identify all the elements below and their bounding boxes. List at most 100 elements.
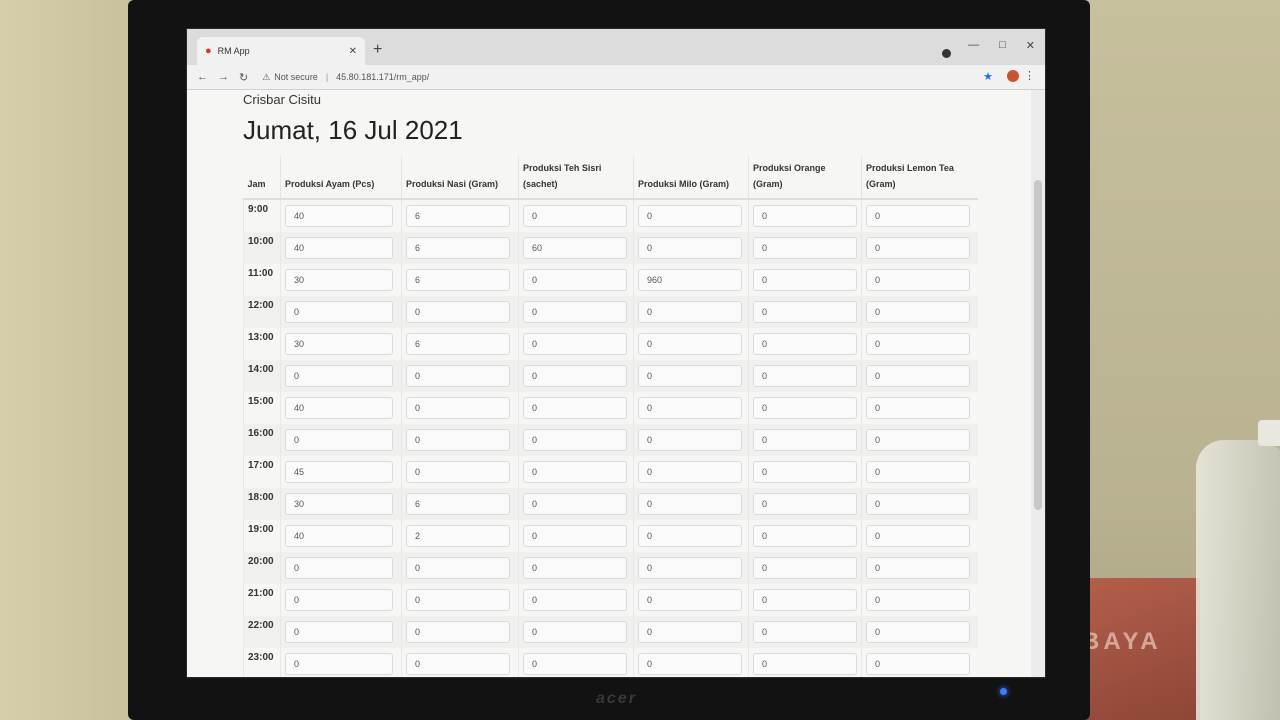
milo-input[interactable] — [638, 557, 742, 579]
orange-input[interactable] — [753, 397, 857, 419]
orange-input[interactable] — [753, 589, 857, 611]
nasi-input[interactable] — [406, 333, 510, 355]
milo-input[interactable] — [638, 397, 742, 419]
ayam-input[interactable] — [285, 525, 393, 547]
star-icon[interactable]: ★ — [983, 70, 993, 83]
orange-input[interactable] — [753, 365, 857, 387]
ayam-input[interactable] — [285, 205, 393, 227]
orange-input[interactable] — [753, 237, 857, 259]
nasi-input[interactable] — [406, 301, 510, 323]
nasi-input[interactable] — [406, 429, 510, 451]
orange-input[interactable] — [753, 461, 857, 483]
milo-input[interactable] — [638, 269, 742, 291]
teh-input[interactable] — [523, 429, 627, 451]
ayam-input[interactable] — [285, 429, 393, 451]
lemon-tea-input[interactable] — [866, 365, 970, 387]
milo-input[interactable] — [638, 621, 742, 643]
lemon-tea-input[interactable] — [866, 237, 970, 259]
orange-input[interactable] — [753, 493, 857, 515]
orange-input[interactable] — [753, 301, 857, 323]
teh-input[interactable] — [523, 269, 627, 291]
nasi-input[interactable] — [406, 365, 510, 387]
page-scrollbar[interactable] — [1031, 90, 1045, 677]
lemon-tea-input[interactable] — [866, 557, 970, 579]
lemon-tea-input[interactable] — [866, 429, 970, 451]
nasi-input[interactable] — [406, 237, 510, 259]
ayam-input[interactable] — [285, 397, 393, 419]
scrollbar-thumb[interactable] — [1034, 180, 1042, 510]
orange-input[interactable] — [753, 205, 857, 227]
profile-icon[interactable] — [942, 49, 951, 58]
nasi-input[interactable] — [406, 525, 510, 547]
milo-input[interactable] — [638, 461, 742, 483]
orange-input[interactable] — [753, 525, 857, 547]
window-close-icon[interactable]: ✕ — [1026, 39, 1035, 52]
teh-input[interactable] — [523, 525, 627, 547]
orange-input[interactable] — [753, 557, 857, 579]
nasi-input[interactable] — [406, 557, 510, 579]
teh-input[interactable] — [523, 205, 627, 227]
ayam-input[interactable] — [285, 333, 393, 355]
lemon-tea-input[interactable] — [866, 461, 970, 483]
ayam-input[interactable] — [285, 557, 393, 579]
nasi-input[interactable] — [406, 589, 510, 611]
teh-input[interactable] — [523, 653, 627, 675]
milo-input[interactable] — [638, 429, 742, 451]
ayam-input[interactable] — [285, 269, 393, 291]
nasi-input[interactable] — [406, 653, 510, 675]
milo-input[interactable] — [638, 237, 742, 259]
milo-input[interactable] — [638, 589, 742, 611]
lemon-tea-input[interactable] — [866, 493, 970, 515]
nasi-input[interactable] — [406, 461, 510, 483]
url-field[interactable]: ⚠ Not secure | 45.80.181.171/rm_app/ — [262, 72, 429, 83]
close-icon[interactable]: ✕ — [349, 46, 357, 57]
milo-input[interactable] — [638, 493, 742, 515]
nasi-input[interactable] — [406, 493, 510, 515]
orange-input[interactable] — [753, 621, 857, 643]
milo-input[interactable] — [638, 653, 742, 675]
nasi-input[interactable] — [406, 205, 510, 227]
lemon-tea-input[interactable] — [866, 301, 970, 323]
lemon-tea-input[interactable] — [866, 525, 970, 547]
lemon-tea-input[interactable] — [866, 397, 970, 419]
ayam-input[interactable] — [285, 653, 393, 675]
teh-input[interactable] — [523, 397, 627, 419]
milo-input[interactable] — [638, 205, 742, 227]
tab-rm-app[interactable]: ● RM App ✕ — [197, 37, 365, 65]
teh-input[interactable] — [523, 589, 627, 611]
lemon-tea-input[interactable] — [866, 653, 970, 675]
nasi-input[interactable] — [406, 397, 510, 419]
ayam-input[interactable] — [285, 365, 393, 387]
nasi-input[interactable] — [406, 269, 510, 291]
ayam-input[interactable] — [285, 621, 393, 643]
teh-input[interactable] — [523, 333, 627, 355]
teh-input[interactable] — [523, 237, 627, 259]
orange-input[interactable] — [753, 269, 857, 291]
ayam-input[interactable] — [285, 301, 393, 323]
lemon-tea-input[interactable] — [866, 621, 970, 643]
ayam-input[interactable] — [285, 461, 393, 483]
milo-input[interactable] — [638, 525, 742, 547]
lemon-tea-input[interactable] — [866, 205, 970, 227]
ayam-input[interactable] — [285, 589, 393, 611]
teh-input[interactable] — [523, 621, 627, 643]
extension-icon[interactable] — [1007, 70, 1019, 82]
nasi-input[interactable] — [406, 621, 510, 643]
ayam-input[interactable] — [285, 493, 393, 515]
teh-input[interactable] — [523, 557, 627, 579]
milo-input[interactable] — [638, 301, 742, 323]
teh-input[interactable] — [523, 493, 627, 515]
maximize-icon[interactable]: □ — [999, 39, 1006, 52]
teh-input[interactable] — [523, 461, 627, 483]
lemon-tea-input[interactable] — [866, 269, 970, 291]
teh-input[interactable] — [523, 365, 627, 387]
ayam-input[interactable] — [285, 237, 393, 259]
milo-input[interactable] — [638, 333, 742, 355]
forward-arrow-icon[interactable]: → — [218, 71, 229, 83]
kebab-menu-icon[interactable]: ⋮ — [1024, 69, 1035, 82]
orange-input[interactable] — [753, 333, 857, 355]
reload-icon[interactable]: ↻ — [239, 71, 248, 84]
teh-input[interactable] — [523, 301, 627, 323]
minimize-icon[interactable]: — — [968, 39, 979, 52]
orange-input[interactable] — [753, 429, 857, 451]
